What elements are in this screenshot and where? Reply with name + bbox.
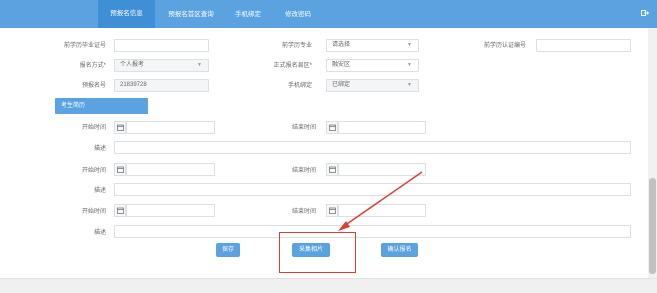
end-time-label: 结束时间 — [291, 209, 316, 215]
scrollbar-thumb[interactable] — [649, 178, 656, 274]
vertical-scrollbar[interactable] — [648, 28, 657, 278]
start-time-label: 开始时间 — [81, 168, 106, 174]
bottom-bar — [0, 278, 657, 293]
start-time-input[interactable] — [126, 121, 215, 134]
end-time-input[interactable] — [338, 204, 426, 217]
prereg-no-label: 预报名号 — [81, 83, 106, 89]
calendar-icon[interactable] — [326, 121, 338, 134]
phone-bind-value: 已绑定 — [332, 82, 351, 88]
tab-area-query[interactable]: 预报名首区查询 — [163, 9, 219, 20]
calendar-icon[interactable] — [326, 163, 338, 176]
tab-phone-bind[interactable]: 手机绑定 — [230, 9, 266, 20]
start-time-label: 开始时间 — [81, 125, 106, 131]
chevron-down-icon: ▼ — [407, 82, 412, 88]
end-time-input[interactable] — [338, 121, 426, 134]
chevron-down-icon: ▼ — [197, 62, 202, 68]
end-time-label: 结束时间 — [291, 125, 316, 131]
phone-bind-label: 手机绑定 — [287, 83, 312, 89]
prereg-no-input: 21839728 — [114, 79, 209, 92]
formal-area-label: 正式报名县区* — [273, 63, 312, 69]
save-button[interactable]: 保存 — [216, 243, 240, 257]
calendar-icon[interactable] — [114, 163, 126, 176]
prev-major-value: 请选择 — [332, 42, 351, 48]
calendar-icon[interactable] — [326, 204, 338, 217]
formal-area-value: 融安区 — [332, 62, 351, 68]
signup-mode-value: 个人报考 — [120, 62, 145, 68]
description-label: 描述 — [93, 230, 106, 236]
description-label: 描述 — [93, 146, 106, 152]
start-time-input[interactable] — [126, 204, 215, 217]
resume-section-header: 考生简历 — [55, 98, 148, 114]
calendar-icon[interactable] — [114, 204, 126, 217]
end-time-input[interactable] — [338, 163, 426, 176]
capture-photo-button[interactable]: 采集相片 — [292, 243, 330, 257]
chevron-down-icon: ▼ — [407, 62, 412, 68]
signup-mode-label: 报名方式* — [79, 63, 106, 69]
description-input[interactable] — [114, 183, 631, 196]
tab-change-password[interactable]: 修改密码 — [280, 9, 316, 20]
prev-cert-verify-label: 前学历认证编号 — [483, 43, 526, 49]
end-time-label: 结束时间 — [291, 168, 316, 174]
prev-major-label: 前学历专业 — [281, 43, 312, 49]
exit-icon[interactable] — [641, 9, 650, 17]
phone-bind-select[interactable]: 已绑定 ▼ — [326, 79, 419, 92]
description-input[interactable] — [114, 225, 631, 238]
tab-prereg-info[interactable]: 预报名信息 — [98, 0, 155, 28]
confirm-signup-button[interactable]: 确认报名 — [381, 243, 418, 257]
description-input[interactable] — [114, 141, 631, 154]
prev-cert-verify-input[interactable] — [536, 39, 631, 52]
prev-major-select[interactable]: 请选择 ▼ — [326, 39, 419, 52]
chevron-down-icon: ▼ — [407, 42, 412, 48]
calendar-icon[interactable] — [114, 121, 126, 134]
formal-area-select[interactable]: 融安区 ▼ — [326, 59, 419, 72]
signup-mode-select[interactable]: 个人报考 ▼ — [114, 59, 209, 72]
prev-cert-label: 前学历毕业证号 — [63, 43, 106, 49]
start-time-label: 开始时间 — [81, 209, 106, 215]
top-nav-bar: 预报名信息 预报名首区查询 手机绑定 修改密码 — [0, 0, 657, 28]
prev-cert-input[interactable] — [114, 39, 209, 52]
start-time-input[interactable] — [126, 163, 215, 176]
description-label: 描述 — [93, 188, 106, 194]
